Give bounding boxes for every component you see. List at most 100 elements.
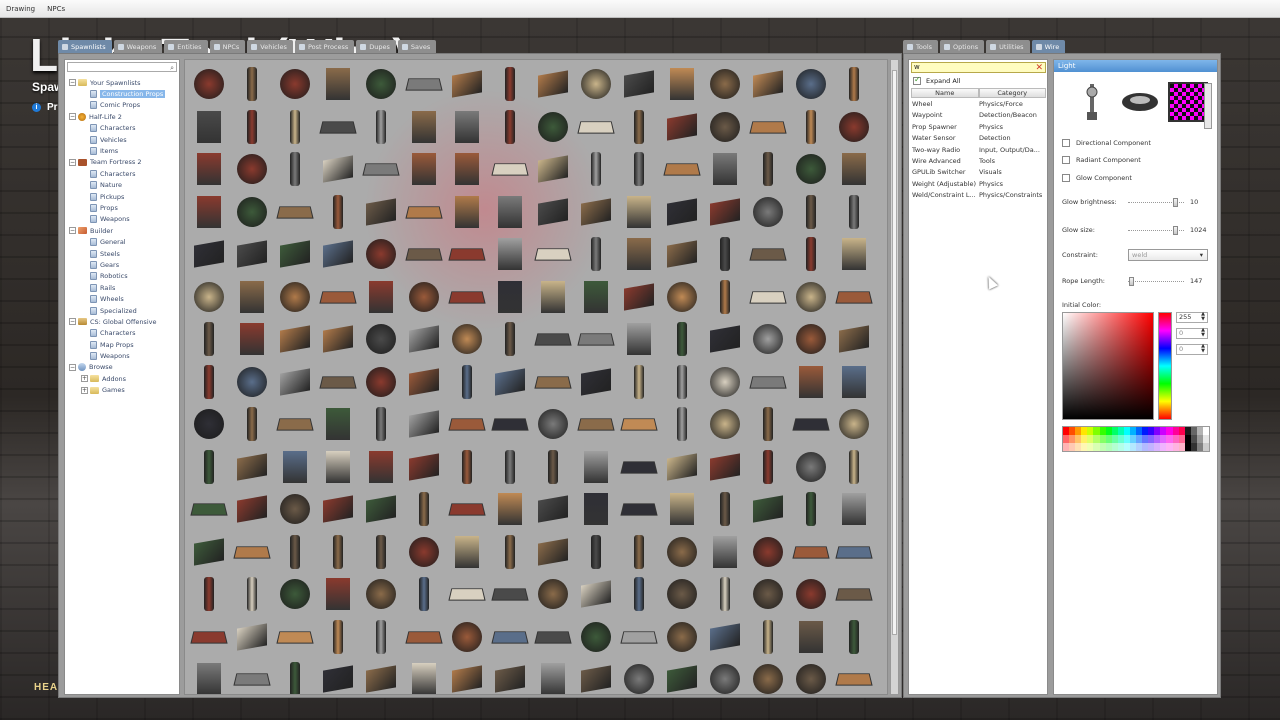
tool-list-row[interactable]: GPULib Switcher Visuals — [912, 168, 1046, 179]
prop-thumbnail[interactable] — [662, 404, 702, 444]
prop-thumbnail[interactable] — [361, 532, 401, 572]
glow-brightness-slider[interactable]: Glow brightness: 10 — [1062, 198, 1212, 208]
prop-thumbnail[interactable] — [275, 149, 315, 189]
prop-thumbnail[interactable] — [189, 362, 229, 402]
prop-thumbnail[interactable] — [490, 617, 530, 657]
prop-thumbnail[interactable] — [748, 277, 788, 317]
prop-thumbnail[interactable] — [662, 362, 702, 402]
prop-thumbnail[interactable] — [447, 149, 487, 189]
tree-item[interactable]: + Addons — [65, 373, 181, 384]
prop-thumbnail[interactable] — [447, 234, 487, 274]
prop-thumbnail[interactable] — [361, 319, 401, 359]
menu-npcs[interactable]: NPCs — [47, 5, 65, 13]
prop-thumbnail[interactable] — [232, 64, 272, 104]
prop-thumbnail[interactable] — [533, 277, 573, 317]
prop-thumbnail[interactable] — [232, 617, 272, 657]
prop-thumbnail[interactable] — [791, 192, 831, 232]
prop-thumbnail[interactable] — [318, 192, 358, 232]
tree-item[interactable]: Wheels — [65, 293, 181, 304]
glow-size-slider[interactable]: Glow size: 1024 — [1062, 226, 1212, 236]
prop-thumbnail[interactable] — [318, 64, 358, 104]
expand-toggle-icon[interactable]: − — [69, 113, 76, 121]
tool-list-row[interactable]: Wire Advanced Tools — [912, 157, 1046, 168]
light-model-lamp[interactable] — [1072, 82, 1112, 122]
tree-item[interactable]: − Browse — [65, 362, 181, 373]
spawn-tab-entities[interactable]: Entities — [164, 40, 208, 53]
prop-thumbnail[interactable] — [275, 574, 315, 614]
prop-thumbnail[interactable] — [533, 362, 573, 402]
prop-thumbnail[interactable] — [834, 192, 874, 232]
tree-item[interactable]: Gears — [65, 259, 181, 270]
prop-thumbnail[interactable] — [619, 64, 659, 104]
prop-thumbnail[interactable] — [232, 362, 272, 402]
tree-item[interactable]: Props — [65, 202, 181, 213]
tool-list-row[interactable]: Water Sensor Detection — [912, 134, 1046, 145]
spawn-tab-saves[interactable]: Saves — [397, 40, 437, 53]
prop-thumbnail[interactable] — [447, 574, 487, 614]
prop-thumbnail[interactable] — [232, 277, 272, 317]
prop-thumbnail[interactable] — [619, 404, 659, 444]
tree-item[interactable]: − Your Spawnlists — [65, 77, 181, 88]
prop-thumbnail[interactable] — [748, 447, 788, 487]
prop-thumbnail[interactable] — [404, 64, 444, 104]
directional-component-toggle[interactable]: Directional Component — [1062, 139, 1151, 147]
clear-search-icon[interactable]: ✕ — [1035, 63, 1043, 73]
prop-thumbnail[interactable] — [232, 659, 272, 694]
prop-thumbnail[interactable] — [404, 107, 444, 147]
prop-thumbnail[interactable] — [189, 149, 229, 189]
prop-thumbnail[interactable] — [361, 659, 401, 694]
tree-item[interactable]: − Half-Life 2 — [65, 111, 181, 122]
prop-thumbnail[interactable] — [791, 234, 831, 274]
prop-thumbnail[interactable] — [318, 234, 358, 274]
prop-thumbnail[interactable] — [533, 532, 573, 572]
prop-thumbnail[interactable] — [576, 574, 616, 614]
prop-thumbnail[interactable] — [404, 489, 444, 529]
prop-thumbnail[interactable] — [748, 107, 788, 147]
expand-toggle-icon[interactable]: − — [69, 158, 76, 166]
prop-thumbnail[interactable] — [748, 64, 788, 104]
prop-thumbnail[interactable] — [576, 489, 616, 529]
prop-thumbnail[interactable] — [791, 107, 831, 147]
prop-thumbnail[interactable] — [189, 319, 229, 359]
column-name-header[interactable]: Name — [911, 88, 979, 98]
props-scrollbar[interactable] — [890, 59, 899, 695]
prop-thumbnail[interactable] — [791, 489, 831, 529]
prop-thumbnail[interactable] — [361, 149, 401, 189]
tool-tab-utilities[interactable]: Utilities — [986, 40, 1030, 53]
prop-thumbnail[interactable] — [576, 659, 616, 694]
prop-thumbnail[interactable] — [576, 404, 616, 444]
prop-thumbnail[interactable] — [275, 617, 315, 657]
prop-thumbnail[interactable] — [361, 192, 401, 232]
prop-thumbnail[interactable] — [576, 532, 616, 572]
prop-thumbnail[interactable] — [404, 617, 444, 657]
prop-thumbnail[interactable] — [748, 149, 788, 189]
prop-thumbnail[interactable] — [791, 277, 831, 317]
directional-component-checkbox[interactable] — [1062, 139, 1070, 147]
prop-thumbnail[interactable] — [189, 659, 229, 694]
prop-thumbnail[interactable] — [834, 574, 874, 614]
prop-thumbnail[interactable] — [404, 149, 444, 189]
prop-thumbnail[interactable] — [404, 234, 444, 274]
prop-thumbnail[interactable] — [834, 319, 874, 359]
prop-thumbnail[interactable] — [662, 447, 702, 487]
prop-thumbnail[interactable] — [447, 659, 487, 694]
prop-thumbnail[interactable] — [490, 192, 530, 232]
prop-thumbnail[interactable] — [232, 532, 272, 572]
prop-thumbnail[interactable] — [189, 192, 229, 232]
tool-tab-wire[interactable]: Wire — [1031, 40, 1066, 53]
prop-thumbnail[interactable] — [318, 149, 358, 189]
prop-thumbnail[interactable] — [834, 64, 874, 104]
prop-thumbnail[interactable] — [705, 107, 745, 147]
tree-item[interactable]: Characters — [65, 123, 181, 134]
prop-thumbnail[interactable] — [318, 107, 358, 147]
tree-item[interactable]: Robotics — [65, 271, 181, 282]
prop-thumbnail[interactable] — [705, 234, 745, 274]
prop-thumbnail[interactable] — [748, 532, 788, 572]
prop-thumbnail[interactable] — [404, 192, 444, 232]
prop-thumbnail[interactable] — [404, 404, 444, 444]
prop-thumbnail[interactable] — [189, 107, 229, 147]
tool-list-row[interactable]: Waypoint Detection/Beacon — [912, 111, 1046, 122]
prop-thumbnail[interactable] — [533, 574, 573, 614]
tool-list-row[interactable]: Wheel Physics/Force — [912, 100, 1046, 111]
tree-item[interactable]: − Builder — [65, 225, 181, 236]
